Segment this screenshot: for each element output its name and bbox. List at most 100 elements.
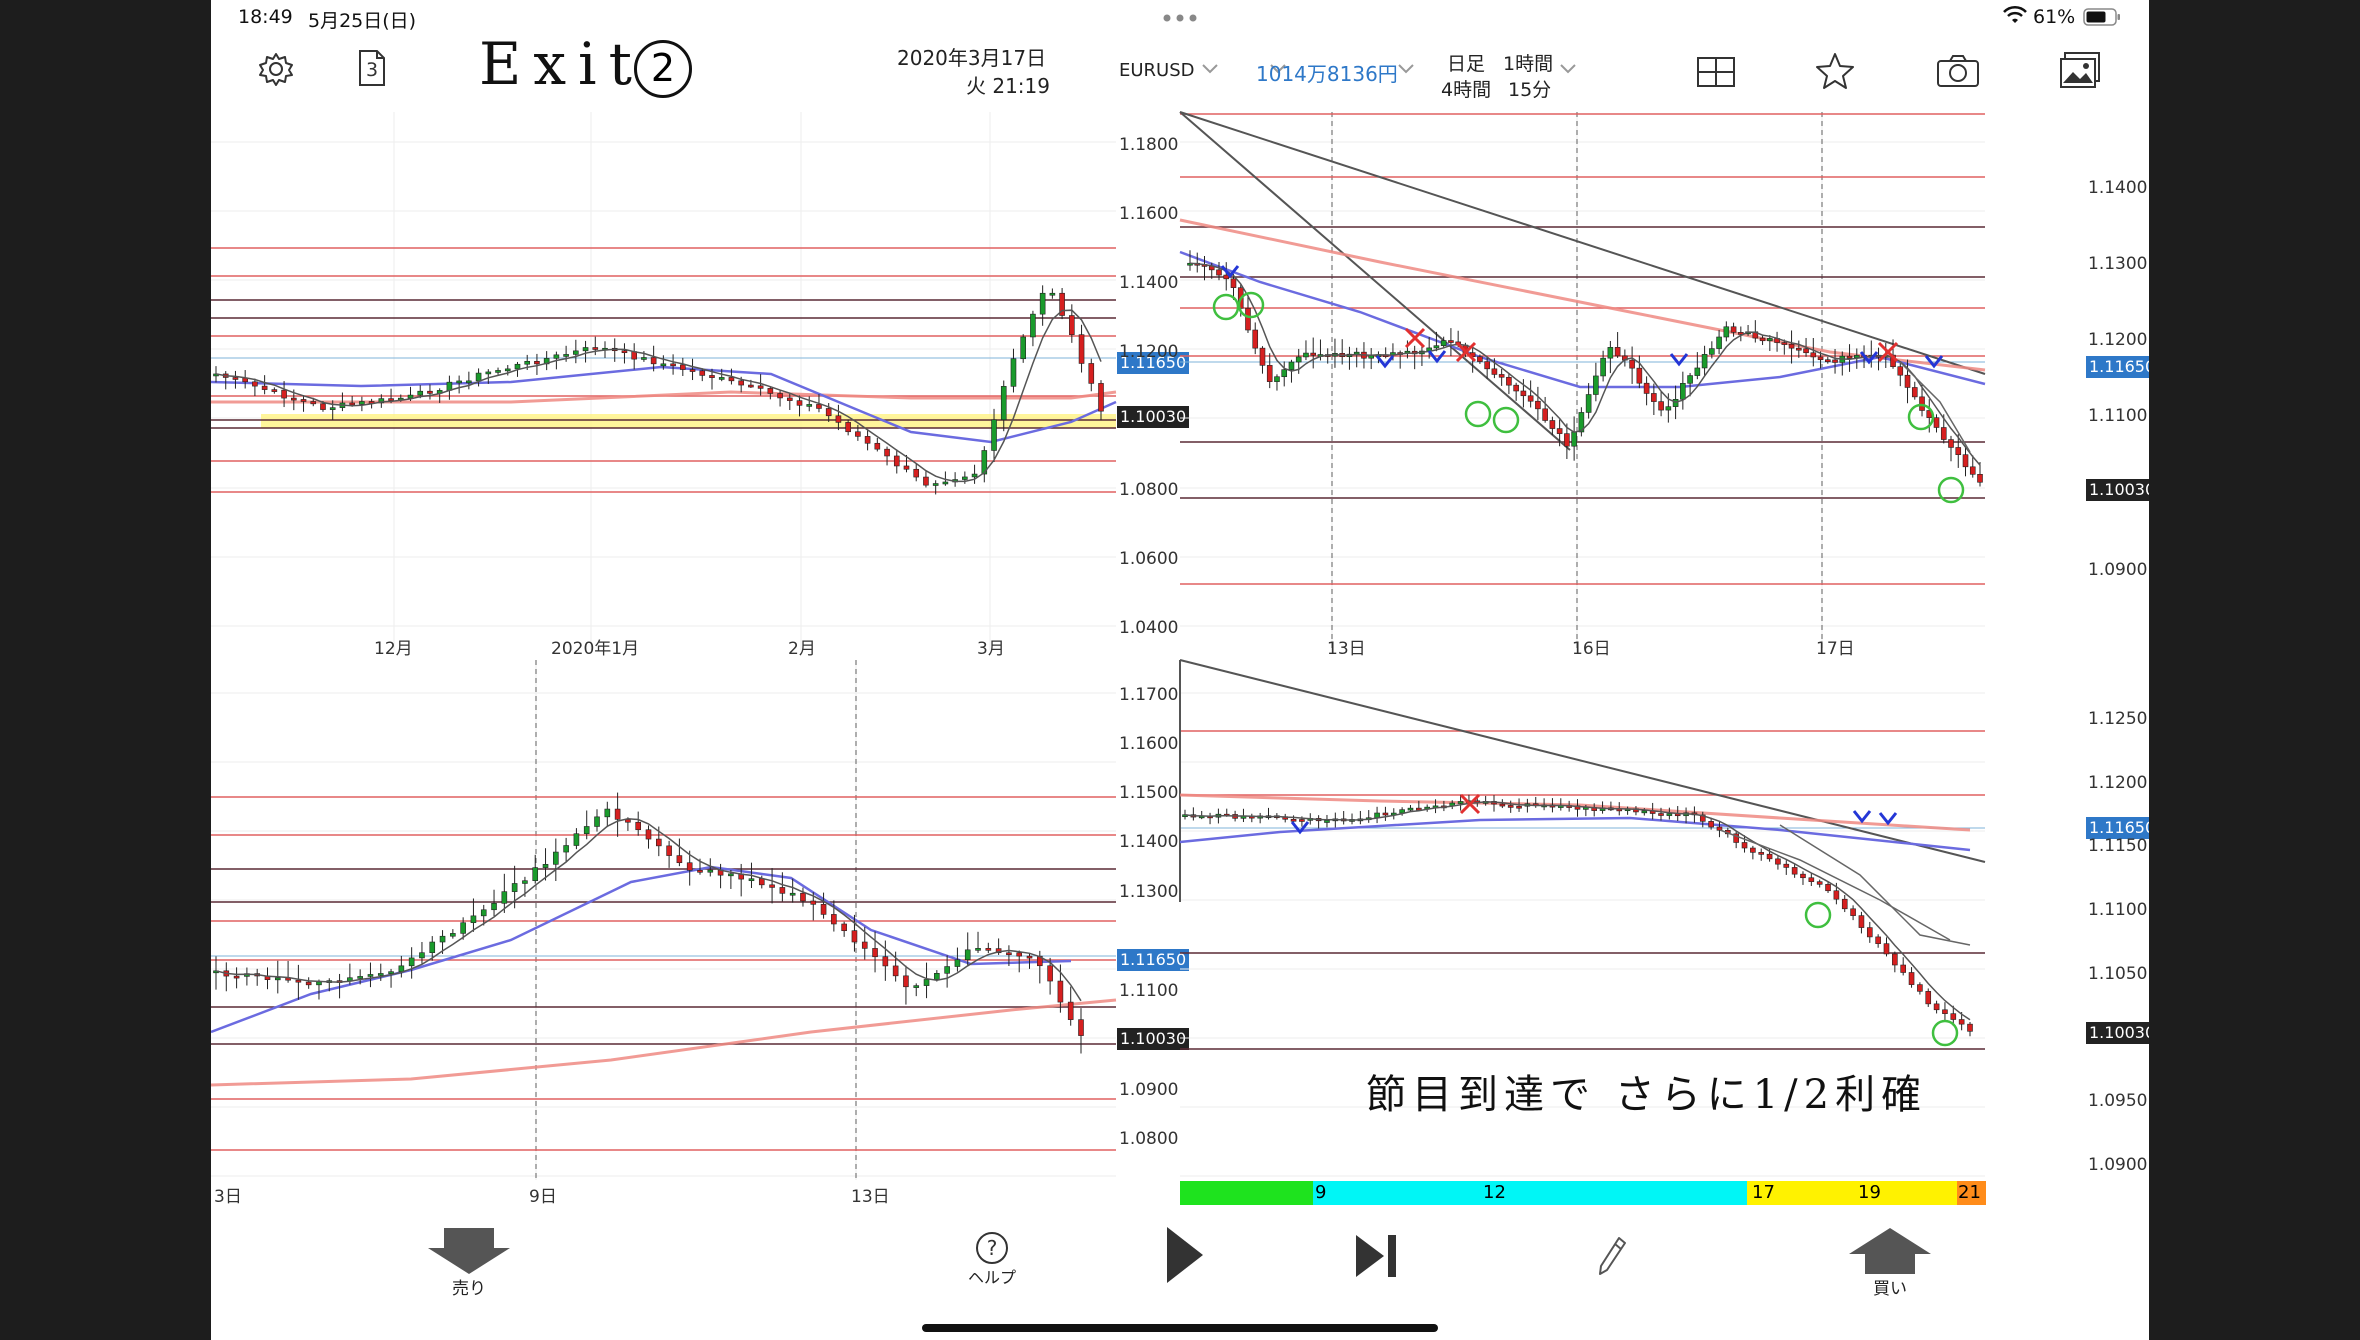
candle-body [1810, 352, 1817, 358]
candle-body [757, 385, 764, 389]
layout-count-icon[interactable]: 3 [358, 49, 386, 87]
timeframe-daily[interactable]: 日足 [1447, 49, 1485, 76]
daily-chart-panel[interactable]: 1.11650 1.10030 [211, 112, 1190, 650]
candle-body [707, 869, 714, 873]
timeframe-4h[interactable]: 4時間 [1441, 75, 1491, 102]
candle-body [300, 399, 307, 402]
candle-body [388, 398, 394, 401]
gear-icon[interactable] [258, 51, 294, 87]
candle-body [1491, 368, 1498, 375]
candle-body [1741, 842, 1748, 849]
sell-button[interactable]: 売り [426, 1226, 512, 1299]
symbol-selector[interactable]: EURUSD [1119, 60, 1195, 81]
candle-body [1069, 315, 1075, 335]
candle-body [964, 949, 971, 961]
y-axis-label: 1.0900 [1119, 1080, 1179, 1100]
candle-body [874, 442, 881, 450]
star-icon[interactable] [1815, 52, 1855, 90]
candle-body [954, 959, 961, 967]
candle-body [851, 930, 858, 943]
candle-body [1948, 439, 1954, 448]
exit-circle-marker [1931, 1019, 1959, 1047]
y-axis-label: 1.0400 [1119, 618, 1179, 638]
play-icon[interactable] [1165, 1225, 1205, 1285]
candle-body [1571, 431, 1577, 447]
candle-body [718, 377, 725, 380]
h1-chart-panel[interactable] [211, 660, 1117, 1180]
candle-body [1892, 953, 1898, 966]
y-axis-label: 1.0800 [1119, 1129, 1179, 1149]
candle-body [1288, 361, 1295, 370]
chevron-down-icon[interactable] [1560, 64, 1576, 74]
candle-body [1057, 980, 1064, 1003]
candle-body [563, 354, 569, 357]
help-button[interactable]: ? ヘルプ [952, 1232, 1032, 1288]
candle-body [329, 407, 336, 410]
candle-body [583, 826, 590, 834]
candle-body [796, 400, 803, 406]
candle-body [1614, 347, 1621, 357]
h1-chart[interactable] [211, 660, 1117, 1180]
datetime-date[interactable]: 2020年3月17日 [897, 42, 1046, 71]
timeframe-15m[interactable]: 15分 [1508, 75, 1551, 102]
candle-body [666, 845, 672, 856]
account-balance[interactable]: 1014万8136円 [1256, 58, 1398, 87]
candle-body [1908, 972, 1915, 985]
candle-body [1977, 474, 1983, 483]
candle-body [1527, 395, 1534, 402]
candle-body [1281, 369, 1288, 378]
candle-body [1783, 863, 1790, 868]
candle-body [439, 935, 446, 943]
candle-body [1919, 396, 1925, 411]
chevron-down-icon[interactable] [1398, 64, 1414, 74]
candle-body [1499, 803, 1506, 807]
candle-body [573, 350, 579, 355]
x-axis-label: 2020年1月 [551, 639, 640, 659]
svg-text:?: ? [987, 1236, 998, 1260]
grid-icon[interactable] [1697, 57, 1735, 87]
candle-body [1088, 363, 1095, 384]
buy-button[interactable]: 買い [1847, 1226, 1933, 1299]
h4-chart-panel[interactable] [1179, 111, 1986, 650]
candle-body [810, 900, 817, 905]
pencil-icon[interactable] [1597, 1236, 1627, 1276]
y-axis-label: 1.1300 [2088, 254, 2148, 274]
candle-body [252, 381, 258, 387]
candle-body [427, 390, 433, 394]
candle-body [944, 966, 950, 974]
candle-body [680, 364, 686, 370]
candle-body [1448, 340, 1454, 343]
candle-body [281, 389, 287, 399]
candle-body [1665, 406, 1672, 411]
session-label: 9 [1315, 1182, 1327, 1203]
daily-chart[interactable] [211, 112, 1117, 650]
trade-check-marker [1852, 810, 1872, 824]
camera-icon[interactable] [1937, 55, 1979, 87]
sma-short-line [1779, 824, 1971, 946]
multitask-dots-icon[interactable] [1163, 14, 1197, 22]
y-axis-label: 1.0900 [2088, 1155, 2148, 1175]
candle-body [480, 909, 487, 917]
session-segment [1180, 1181, 1313, 1205]
bid-price-tag: 1.10030 [1117, 406, 1190, 428]
candle-body [450, 933, 456, 937]
candle-body [1266, 365, 1273, 382]
step-forward-icon[interactable] [1354, 1233, 1398, 1279]
h4-chart[interactable] [1179, 111, 1986, 650]
datetime-time[interactable]: 火 21:19 [966, 70, 1050, 99]
candle-body [1382, 812, 1389, 816]
x-axis-label: 3日 [214, 1187, 242, 1207]
candle-body [913, 985, 920, 988]
x-axis-label: 12月 [374, 639, 413, 659]
candle-body [407, 394, 414, 399]
gallery-icon[interactable] [2060, 52, 2100, 88]
candle-body [800, 892, 806, 902]
candle-body [1808, 877, 1815, 882]
candle-body [1290, 818, 1297, 822]
timeframe-1h[interactable]: 1時間 [1503, 49, 1553, 76]
handwritten-number: 2 [634, 40, 692, 98]
home-indicator[interactable] [922, 1324, 1438, 1332]
candle-body [1767, 338, 1773, 342]
candle-body [349, 402, 355, 406]
chevron-down-icon[interactable] [1202, 64, 1218, 74]
